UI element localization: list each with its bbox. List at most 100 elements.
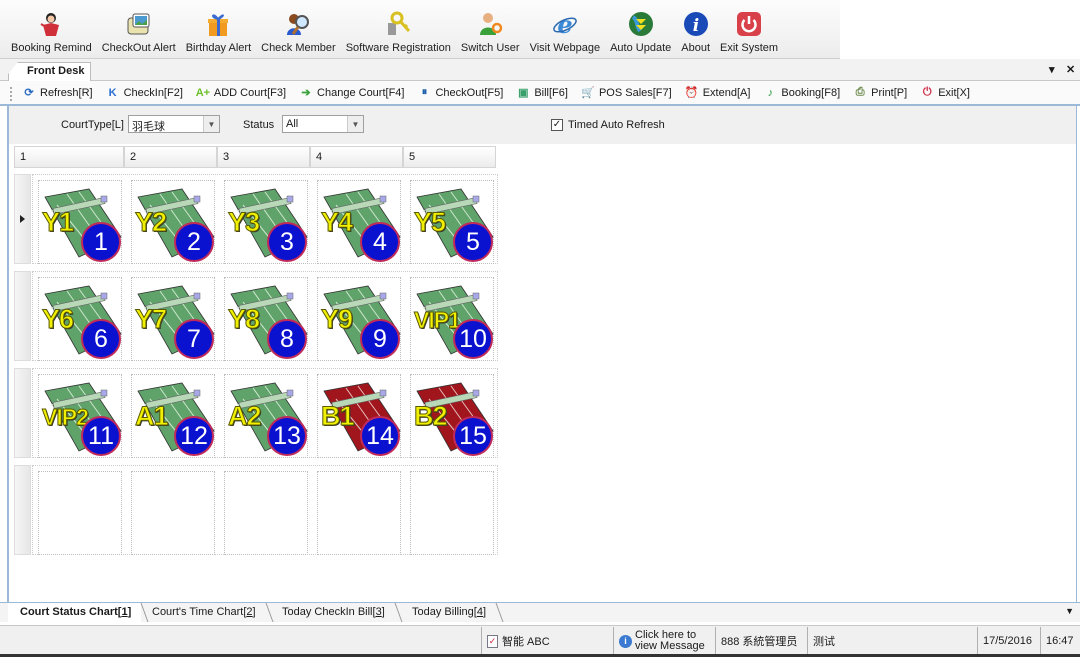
- court-tile-vip2[interactable]: VIP2 11: [38, 374, 122, 458]
- add-court-icon: A+: [195, 86, 211, 99]
- tab-front-desk[interactable]: Front Desk: [8, 62, 92, 81]
- court-tile-y9[interactable]: Y9 9: [317, 277, 401, 361]
- toolbar-extend-button[interactable]: ⏰ Extend[A]: [685, 86, 751, 100]
- toolbar-booking-button[interactable]: ♪ Booking[F8]: [763, 86, 840, 100]
- court-number-badge: 1: [81, 222, 121, 262]
- top-software-registration-button[interactable]: Software Registration: [341, 10, 456, 58]
- toolbar-grip[interactable]: [10, 87, 12, 101]
- chevron-down-icon[interactable]: ▼: [203, 116, 219, 132]
- top-check-member-button[interactable]: Check Member: [256, 10, 341, 58]
- browser-icon: e: [551, 10, 579, 38]
- court-name: Y7: [134, 304, 167, 335]
- toolbar-checkout-button[interactable]: ⏸ CheckOut[F5]: [417, 86, 504, 100]
- empty-court-slot[interactable]: [224, 471, 308, 555]
- court-tile-y1[interactable]: Y1 1: [38, 180, 122, 264]
- court-number-badge: 10: [453, 319, 493, 359]
- toolbar-button-label: CheckOut[F5]: [435, 86, 504, 99]
- ime-status[interactable]: ✓ 智能 ABC: [481, 627, 613, 655]
- toolbar-button-label: Booking[F8]: [781, 86, 841, 99]
- court-tile-y2[interactable]: Y2 2: [131, 180, 215, 264]
- auto-refresh-checkbox[interactable]: ✓: [551, 119, 563, 131]
- status-bar: ✓ 智能 ABC i Click here to view Message 88…: [0, 625, 1080, 655]
- toolbar-refresh-button[interactable]: ⟳ Refresh[R]: [22, 86, 92, 100]
- court-number-badge: 3: [267, 222, 307, 262]
- top-button-label: Birthday Alert: [185, 42, 252, 54]
- filter-bar: CourtType[L] 羽毛球 ▼ Status All ▼ ✓ Timed …: [9, 106, 1076, 144]
- empty-court-slot[interactable]: [131, 471, 215, 555]
- toolbar-bill-button[interactable]: ▣ Bill[F6]: [516, 86, 568, 100]
- toolbar-print-button[interactable]: ⎙ Print[P]: [853, 86, 907, 100]
- empty-court-slot[interactable]: [410, 471, 494, 555]
- exit-icon: ⏻: [922, 86, 932, 98]
- column-header-3[interactable]: 3: [217, 146, 310, 168]
- top-button-label: About: [681, 42, 710, 54]
- top-exit-system-button[interactable]: Exit System: [715, 10, 783, 58]
- court-tile-y6[interactable]: Y6 6: [38, 277, 122, 361]
- court-tile-y3[interactable]: Y3 3: [224, 180, 308, 264]
- message-panel[interactable]: i Click here to view Message: [613, 627, 715, 655]
- court-tile-y7[interactable]: Y7 7: [131, 277, 215, 361]
- tab-list-dropdown-icon[interactable]: ▾: [1049, 63, 1055, 76]
- top-checkout-alert-button[interactable]: CheckOut Alert: [97, 10, 181, 58]
- toolbar-checkin-button[interactable]: K CheckIn[F2]: [106, 86, 183, 100]
- top-auto-update-button[interactable]: Auto Update: [605, 10, 676, 58]
- switch-user-icon: [476, 10, 504, 38]
- top-button-label: Exit System: [720, 42, 779, 54]
- court-row: VIP2 11 A1 12 A2 13 B1 14 B2 15: [14, 368, 498, 460]
- toolbar-change-court-button[interactable]: ➔ Change Court[F4]: [299, 86, 404, 100]
- column-header-2[interactable]: 2: [124, 146, 217, 168]
- view-tab-court-s-time-chart[interactable]: Court's Time Chart[2]: [140, 603, 266, 622]
- row-header[interactable]: [14, 368, 31, 458]
- message-text: Click here to view Message: [635, 629, 705, 652]
- top-switch-user-button[interactable]: Switch User: [456, 10, 525, 58]
- court-type-select[interactable]: 羽毛球 ▼: [128, 115, 220, 133]
- court-number-badge: 15: [453, 416, 493, 456]
- court-number-badge: 12: [174, 416, 214, 456]
- top-visit-webpage-button[interactable]: e Visit Webpage: [525, 10, 606, 58]
- close-tab-icon[interactable]: ✕: [1066, 63, 1075, 76]
- court-tile-a2[interactable]: A2 13: [224, 374, 308, 458]
- view-tab-label: Today CheckIn Bill: [282, 606, 373, 618]
- print-icon: ⎙: [855, 86, 865, 98]
- empty-court-slot[interactable]: [38, 471, 122, 555]
- toolbar-add-court-button[interactable]: A+ ADD Court[F3]: [196, 86, 286, 100]
- court-tile-y8[interactable]: Y8 8: [224, 277, 308, 361]
- row-header[interactable]: [14, 465, 31, 555]
- bracket: ]: [482, 606, 487, 618]
- court-tile-y5[interactable]: Y5 5: [410, 180, 494, 264]
- court-tile-b2[interactable]: B2 15: [410, 374, 494, 458]
- toolbar-pos-sales-button[interactable]: 🛒 POS Sales[F7]: [581, 86, 672, 100]
- row-header[interactable]: [14, 174, 31, 264]
- court-tile-vip1[interactable]: VIP1 10: [410, 277, 494, 361]
- view-tab-today-checkin-bill[interactable]: Today CheckIn Bill[3]: [270, 603, 395, 622]
- top-booking-remind-button[interactable]: Booking Remind: [6, 10, 97, 58]
- court-number-badge: 4: [360, 222, 400, 262]
- svg-text:i: i: [692, 16, 698, 36]
- column-header-4[interactable]: 4: [310, 146, 403, 168]
- column-header-5[interactable]: 5: [403, 146, 496, 168]
- court-tile-b1[interactable]: B1 14: [317, 374, 401, 458]
- alarm-clock-icon: ⏰: [684, 87, 699, 99]
- toolbar-button-label: CheckIn[F2]: [123, 86, 183, 99]
- top-about-button[interactable]: i About: [676, 10, 715, 58]
- court-tile-a1[interactable]: A1 12: [131, 374, 215, 458]
- toolbar-button-label: Change Court[F4]: [317, 86, 405, 99]
- chevron-down-icon[interactable]: ▼: [347, 116, 363, 132]
- court-number-badge: 13: [267, 416, 307, 456]
- info-icon: i: [682, 10, 710, 38]
- tab-scroll-dropdown-icon[interactable]: ▼: [1065, 606, 1074, 616]
- court-tile-y4[interactable]: Y4 4: [317, 180, 401, 264]
- toolbar-exit-button[interactable]: ⏻ Exit[X]: [920, 86, 970, 100]
- status-select[interactable]: All ▼: [282, 115, 364, 133]
- view-tab-today-billing[interactable]: Today Billing[4]: [400, 603, 496, 622]
- empty-court-slot[interactable]: [317, 471, 401, 555]
- view-tab-court-status-chart[interactable]: Court Status Chart[1]: [8, 603, 142, 622]
- court-name: VIP2: [42, 404, 90, 431]
- court-name: Y8: [227, 304, 260, 335]
- top-birthday-alert-button[interactable]: Birthday Alert: [181, 10, 256, 58]
- court-number-badge: 8: [267, 319, 307, 359]
- toolbar-button-label: Print[P]: [871, 86, 908, 99]
- current-user: 888 系統管理员: [715, 627, 807, 655]
- row-header[interactable]: [14, 271, 31, 361]
- column-header-1[interactable]: 1: [14, 146, 124, 168]
